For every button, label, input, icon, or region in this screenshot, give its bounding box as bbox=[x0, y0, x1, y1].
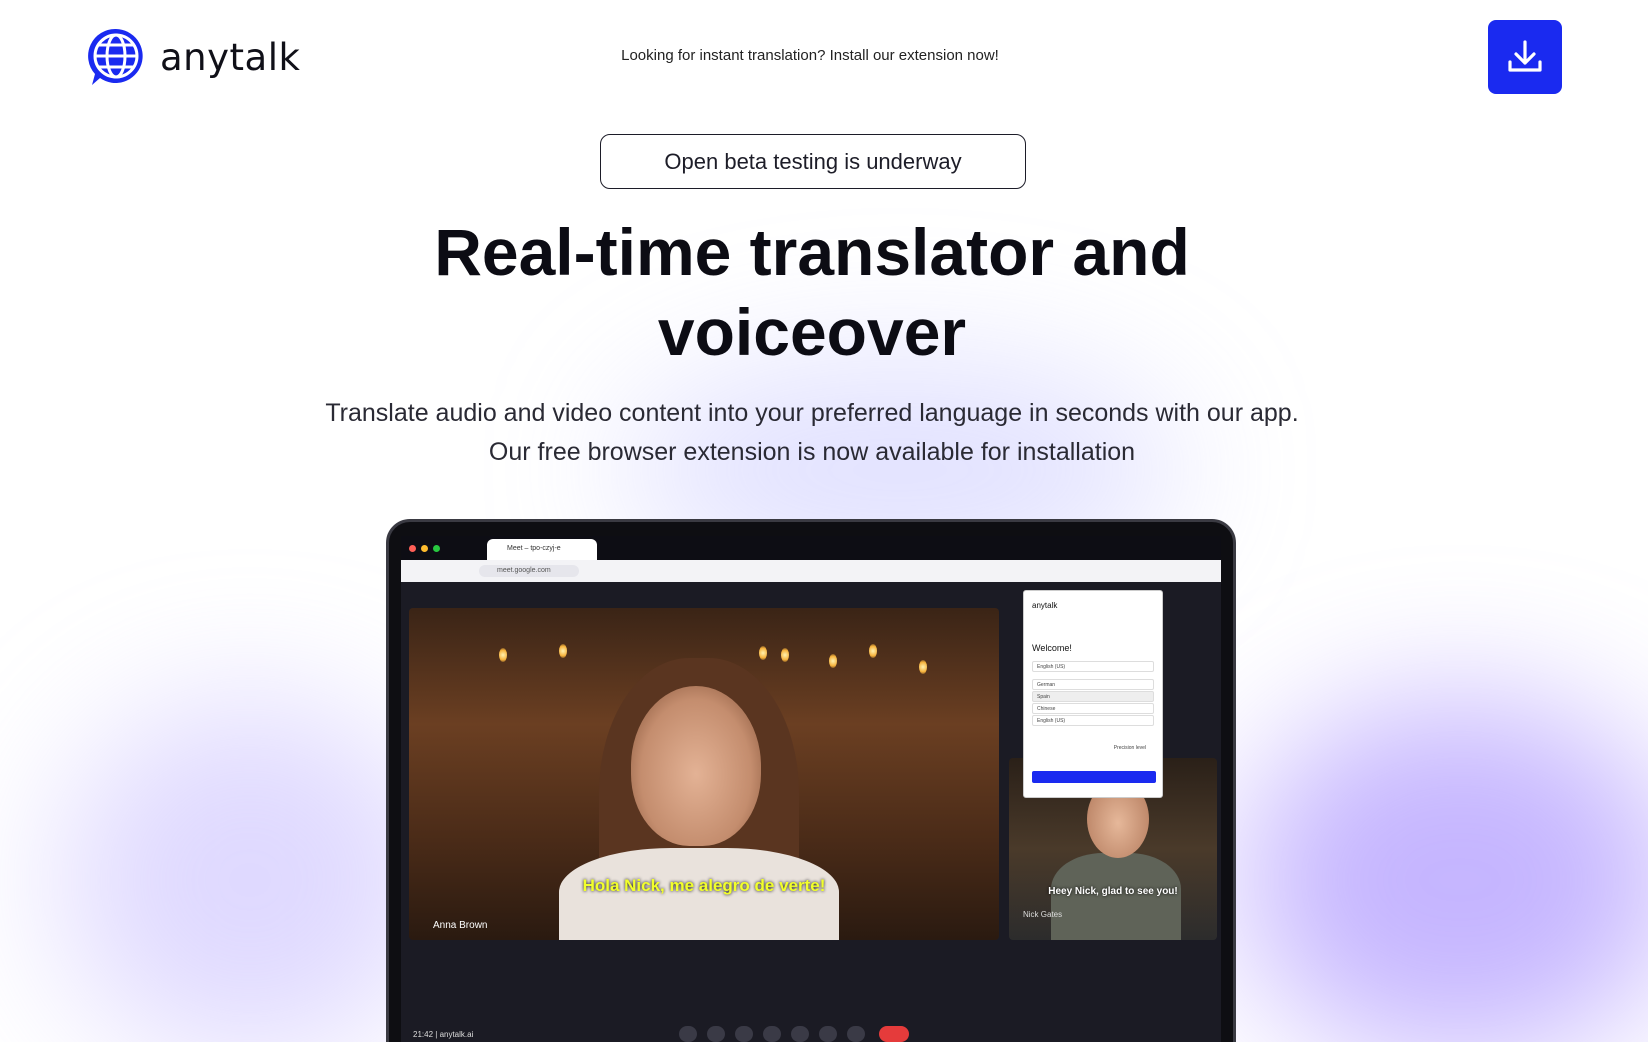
popup-language-select: English (US) bbox=[1032, 661, 1154, 672]
more-icon bbox=[847, 1026, 865, 1042]
popup-language-option: German bbox=[1032, 679, 1154, 690]
popup-continue-button bbox=[1032, 771, 1156, 783]
participant-name-main: Anna Brown bbox=[433, 920, 488, 931]
laptop-mockup: Meet – tpo-czyj-e meet.google.com Hola N… bbox=[386, 519, 1236, 1042]
site-header: anytalk Looking for instant translation?… bbox=[0, 0, 1648, 115]
window-controls bbox=[409, 545, 440, 552]
meet-bottom-bar: 21:42 | anytalk.ai bbox=[401, 1020, 1221, 1042]
subtitle-caption-spanish: Hola Nick, me alegro de verte! bbox=[582, 876, 826, 895]
browser-addressbar: meet.google.com bbox=[401, 560, 1221, 582]
popup-language-option: Spain bbox=[1032, 691, 1154, 702]
emoji-icon bbox=[763, 1026, 781, 1042]
camera-icon bbox=[707, 1026, 725, 1042]
popup-language-option: Chinese bbox=[1032, 703, 1154, 714]
meet-time: 21:42 | anytalk.ai bbox=[413, 1030, 474, 1039]
mic-icon bbox=[679, 1026, 697, 1042]
browser-tabbar: Meet – tpo-czyj-e bbox=[401, 536, 1221, 560]
download-icon bbox=[1508, 40, 1542, 72]
present-icon bbox=[791, 1026, 809, 1042]
popup-language-option: English (US) bbox=[1032, 715, 1154, 726]
popup-precision-label: Precision level bbox=[1113, 745, 1146, 751]
hero-title-line-1: Real-time translator and bbox=[434, 215, 1190, 289]
beta-badge: Open beta testing is underway bbox=[600, 134, 1026, 189]
browser-tab: Meet – tpo-czyj-e bbox=[487, 539, 597, 560]
browser-url: meet.google.com bbox=[479, 565, 579, 577]
hero-title-line-2: voiceover bbox=[657, 295, 967, 369]
raise-hand-icon bbox=[819, 1026, 837, 1042]
video-main: Hola Nick, me alegro de verte! Anna Brow… bbox=[409, 608, 999, 940]
end-call-icon bbox=[879, 1026, 909, 1042]
background-glow-right bbox=[1240, 700, 1648, 1042]
announcement-text: Looking for instant translation? Install… bbox=[621, 47, 999, 64]
laptop-screen: Meet – tpo-czyj-e meet.google.com Hola N… bbox=[401, 536, 1221, 1042]
subtitle-caption-english: Heey Nick, glad to see you! bbox=[1048, 886, 1178, 897]
captions-icon bbox=[735, 1026, 753, 1042]
hero-subtitle-line-1: Translate audio and video content into y… bbox=[325, 399, 1299, 427]
popup-brand: anytalk bbox=[1032, 601, 1058, 610]
participant-name-small: Nick Gates bbox=[1023, 910, 1063, 919]
download-extension-button[interactable] bbox=[1488, 20, 1562, 94]
popup-welcome: Welcome! bbox=[1032, 643, 1072, 653]
hero-subtitle: Translate audio and video content into y… bbox=[0, 394, 1624, 472]
hero-subtitle-line-2: Our free browser extension is now availa… bbox=[488, 438, 1136, 466]
background-glow-left bbox=[60, 700, 440, 1042]
extension-popup: anytalk Welcome! English (US) German Spa… bbox=[1023, 590, 1163, 798]
hero-title: Real-time translator and voiceover bbox=[0, 212, 1624, 372]
